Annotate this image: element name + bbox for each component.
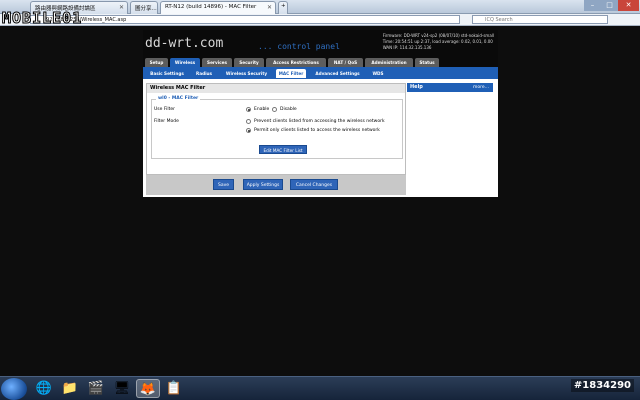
- router-header: dd-wrt.com ... control panel Firmware: D…: [143, 30, 498, 58]
- subtab-wireless-security[interactable]: Wireless Security: [220, 69, 273, 78]
- close-window-icon[interactable]: ✕: [618, 0, 639, 11]
- address-bar[interactable]: 192.168.1.254/Wireless_MAC.asp: [30, 15, 460, 24]
- ddwrt-logo: dd-wrt.com: [145, 36, 224, 51]
- router-info: Firmware: DD-WRT v24-sp2 (08/07/10) std-…: [383, 33, 494, 51]
- tab-setup[interactable]: Setup: [145, 58, 168, 67]
- start-button[interactable]: [1, 378, 27, 400]
- close-icon[interactable]: ✕: [119, 4, 124, 11]
- new-tab-button[interactable]: +: [278, 1, 288, 14]
- wan-ip-text: WAN IP: 114.32.135.136: [382, 45, 432, 50]
- minimize-icon[interactable]: –: [584, 0, 601, 11]
- help-more-link[interactable]: more...: [473, 83, 489, 92]
- prevent-label: Prevent clients listed from accessing th…: [254, 119, 385, 124]
- app-icon[interactable]: 🖥: [110, 379, 134, 398]
- panel-title: Wireless MAC Filter: [147, 84, 405, 93]
- router-page: dd-wrt.com ... control panel Firmware: D…: [143, 30, 498, 197]
- filter-mode-label: Filter Mode: [154, 119, 179, 124]
- firefox-icon[interactable]: 🦊: [136, 379, 160, 398]
- browser-tab-bar: 路由器與網路設備討論區 ✕ 圖分享... RT-N12 (build 14896)…: [0, 0, 640, 14]
- control-panel-label: ... control panel: [258, 42, 340, 51]
- permit-radio[interactable]: [246, 128, 251, 133]
- disable-label: Disable: [280, 107, 297, 112]
- prevent-radio[interactable]: [246, 119, 251, 124]
- subtab-basic-settings[interactable]: Basic Settings: [146, 69, 188, 78]
- tab-services[interactable]: Services: [202, 58, 232, 67]
- tab-nat-qos[interactable]: NAT / QoS: [328, 58, 363, 67]
- section-legend: wl0 - MAC Filter: [156, 96, 201, 101]
- edit-mac-filter-list-button[interactable]: Edit MAC Filter List: [259, 145, 307, 154]
- close-icon[interactable]: ✕: [267, 4, 272, 11]
- search-input[interactable]: ICQ Search: [472, 15, 608, 24]
- maximize-icon[interactable]: □: [601, 0, 618, 11]
- use-filter-label: Use Filter: [154, 107, 175, 112]
- watermark-id: #1834290: [570, 379, 634, 392]
- apply-settings-button[interactable]: Apply Settings: [243, 179, 283, 190]
- ie-icon[interactable]: 🌐: [32, 379, 56, 398]
- subtab-mac-filter[interactable]: MAC Filter: [276, 69, 306, 78]
- cancel-changes-button[interactable]: Cancel Changes: [290, 179, 338, 190]
- tab-status[interactable]: Status: [415, 58, 439, 67]
- subtab-radius[interactable]: Radius: [192, 69, 216, 78]
- tab-wireless[interactable]: Wireless: [170, 58, 200, 67]
- mac-filter-fieldset: wl0 - MAC Filter Use Filter Enable Disab…: [151, 96, 403, 159]
- help-box: Help more...: [407, 83, 493, 92]
- enable-label: Enable: [254, 107, 270, 112]
- application-icon[interactable]: 📋: [162, 379, 186, 398]
- enable-radio[interactable]: [246, 107, 251, 112]
- main-tabs: Setup Wireless Services Security Access …: [143, 58, 498, 67]
- subtab-advanced-settings[interactable]: Advanced Settings: [310, 69, 365, 78]
- browser-tab-mac-filter[interactable]: RT-N12 (build 14896) - MAC Filter ✕: [160, 1, 276, 14]
- mac-filter-panel: Wireless MAC Filter wl0 - MAC Filter Use…: [146, 83, 406, 175]
- tab-access-restrictions[interactable]: Access Restrictions: [266, 58, 326, 67]
- sub-tabs: Basic Settings Radius Wireless Security …: [143, 67, 498, 79]
- permit-label: Permit only clients listed to access the…: [254, 128, 380, 133]
- tab-security[interactable]: Security: [234, 58, 264, 67]
- browser-tab-image[interactable]: 圖分享...: [130, 1, 158, 14]
- media-player-icon[interactable]: 🎬: [84, 379, 108, 398]
- folder-icon[interactable]: 📁: [58, 379, 82, 398]
- subtab-wds[interactable]: WDS: [369, 69, 387, 78]
- taskbar: 🌐 📁 🎬 🖥 🦊 📋 #1834290: [0, 376, 640, 400]
- save-button[interactable]: Save: [213, 179, 234, 190]
- watermark-logo: MOBILE01: [1, 9, 83, 28]
- disable-radio[interactable]: [272, 107, 277, 112]
- button-bar: Save Apply Settings Cancel Changes: [146, 175, 406, 195]
- help-title: Help: [410, 84, 423, 90]
- navigation-bar: 192.168.1.254/Wireless_MAC.asp ICQ Searc…: [0, 14, 640, 26]
- tab-administration[interactable]: Administration: [365, 58, 413, 67]
